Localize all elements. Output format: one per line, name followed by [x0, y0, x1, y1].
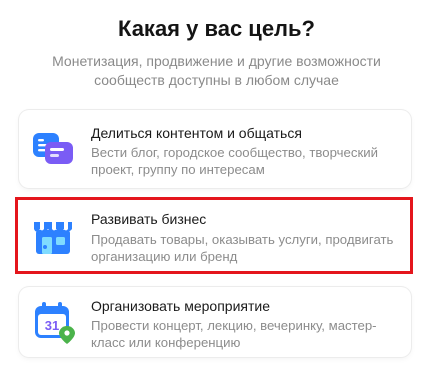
page-subtitle: Монетизация, продвижение и другие возмож… — [52, 53, 381, 88]
option-title: Делиться контентом и общаться — [91, 125, 302, 141]
page-title: Какая у вас цель? — [118, 16, 315, 41]
calendar-icon: 31 — [31, 300, 75, 344]
calendar-day: 31 — [45, 318, 59, 333]
chat-bubbles-icon — [31, 127, 75, 171]
option-description: Продавать товары, оказывать услуги, прод… — [91, 232, 394, 264]
option-develop-business[interactable]: Развивать бизнес Продавать товары, оказы… — [19, 200, 411, 272]
option-share-content[interactable]: Делиться контентом и общаться Вести блог… — [19, 110, 411, 188]
option-title: Организовать мероприятие — [91, 298, 270, 314]
option-organize-event[interactable]: 31 Организовать мероприятие Провести кон… — [19, 287, 411, 357]
storefront-icon — [31, 214, 75, 258]
option-description: Провести концерт, лекцию, вечеринку, мас… — [91, 318, 377, 350]
option-description: Вести блог, городское сообщество, творче… — [91, 145, 378, 177]
option-title: Развивать бизнес — [91, 211, 207, 227]
